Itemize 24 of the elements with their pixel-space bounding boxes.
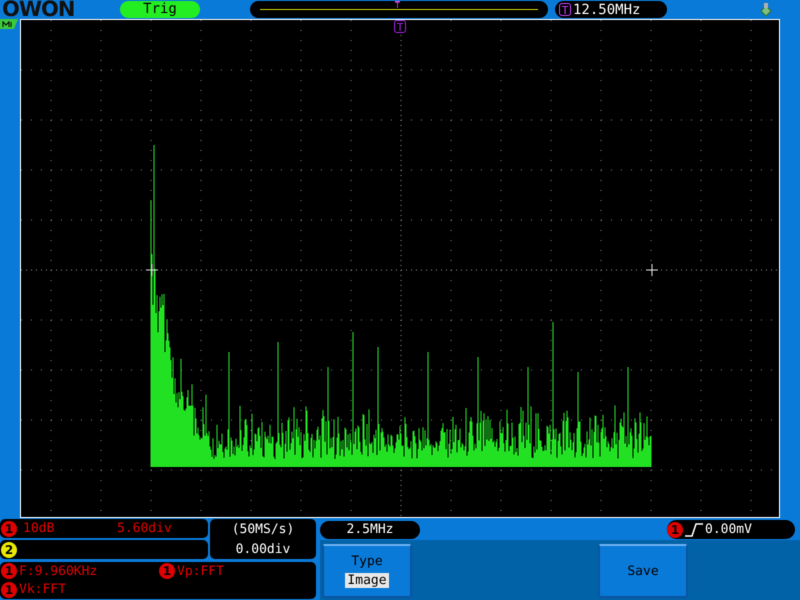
channel-badge: 1 xyxy=(1,563,17,580)
horizontal-offset: 0.00div xyxy=(236,542,290,556)
position-marker: T xyxy=(394,20,406,33)
channel-badge: 1 xyxy=(667,522,683,538)
trigger-status: Trig xyxy=(120,1,200,18)
measurement-value: Vp:FFT xyxy=(177,564,224,579)
channel-badge: 1 xyxy=(1,520,17,536)
measurement-value: F:9.960KHz xyxy=(19,564,98,579)
channel-badge: 1 xyxy=(1,582,17,598)
channel-scale: 10dB xyxy=(23,521,56,536)
logo: OWON xyxy=(2,0,76,19)
sample-rate: (50MS/s) xyxy=(232,522,294,536)
channel-badge: 2 xyxy=(1,542,17,558)
fft-frequency: 2.5MHz xyxy=(320,520,420,538)
channel-position: 5.60div xyxy=(117,521,172,536)
save-menu-button[interactable]: Save xyxy=(598,544,688,598)
trigger-frequency: 12.50MHz xyxy=(573,2,640,18)
math-channel-icon xyxy=(0,19,18,29)
type-menu-button[interactable]: Type Image xyxy=(322,544,412,598)
rising-edge-icon xyxy=(685,522,703,536)
trigger-level: 0.00mV xyxy=(705,522,752,537)
measurement-value: Vk:FFT xyxy=(19,582,66,598)
trigger-marker: T xyxy=(559,3,571,16)
channel-badge: 1 xyxy=(159,563,175,580)
